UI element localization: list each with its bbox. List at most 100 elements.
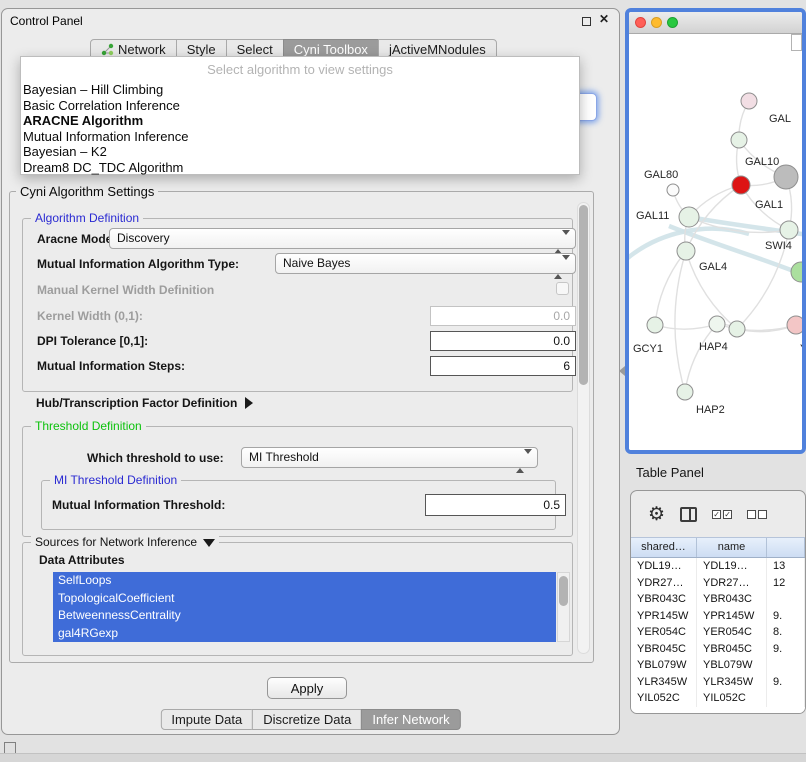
which-threshold-select[interactable]: MI Threshold [241, 447, 538, 468]
deselect-all-rows-icon[interactable] [747, 510, 767, 519]
attribute-list-item[interactable]: TopologicalCoefficient [53, 590, 556, 608]
sources-title[interactable]: Sources for Network Inference [31, 535, 219, 549]
mi-type-value: Naive Bayes [283, 256, 350, 270]
table-row[interactable]: YPR145WYPR145W9. [631, 608, 805, 625]
table-cell: YPR145W [631, 608, 697, 625]
close-icon[interactable]: ✕ [599, 12, 609, 26]
column-header-name[interactable]: name [697, 538, 767, 557]
mi-type-select[interactable]: Naive Bayes [275, 253, 576, 274]
gear-icon[interactable]: ⚙ [648, 505, 665, 524]
network-edge[interactable] [685, 324, 717, 392]
table-row[interactable]: YBR043CYBR043C [631, 591, 805, 608]
algorithm-option[interactable]: Basic Correlation Inference [21, 98, 579, 114]
tab-impute-data[interactable]: Impute Data [160, 709, 253, 730]
network-node-label: HAP4 [699, 341, 728, 353]
minimize-traffic-light[interactable] [651, 17, 662, 28]
network-node[interactable] [677, 242, 695, 260]
network-edge[interactable] [655, 324, 717, 329]
network-node-label: GAL11 [636, 210, 669, 222]
zoom-traffic-light[interactable] [667, 17, 678, 28]
algorithm-option[interactable]: Bayesian – Hill Climbing [21, 82, 579, 98]
algorithm-definition-title: Algorithm Definition [31, 211, 143, 225]
table-cell: 12 [767, 575, 805, 592]
table-cell: YIL052C [631, 690, 697, 707]
network-node[interactable] [731, 132, 747, 148]
mi-threshold-field[interactable] [425, 494, 566, 516]
expand-down-icon [203, 539, 215, 547]
mi-steps-field[interactable] [430, 356, 576, 376]
attribute-list-item[interactable]: SelfLoops [53, 572, 556, 590]
attribute-list-scrollbar[interactable] [557, 572, 570, 642]
table-cell: YPR145W [697, 608, 767, 625]
network-edge[interactable] [655, 251, 686, 325]
dpi-tolerance-label: DPI Tolerance [0,1]: [37, 334, 148, 348]
tab-infer-network[interactable]: Infer Network [361, 709, 460, 730]
network-node[interactable] [732, 176, 750, 194]
table-cell [767, 591, 805, 608]
mi-threshold-group: MI Threshold Definition Mutual Informati… [41, 480, 556, 530]
network-node-label: GAL80 [644, 169, 678, 181]
table-cell: YDR27… [631, 575, 697, 592]
network-node[interactable] [774, 165, 798, 189]
attribute-list: SelfLoopsTopologicalCoefficientBetweenne… [53, 572, 556, 642]
network-node[interactable] [741, 93, 757, 109]
table-row[interactable]: YER054CYER054C8. [631, 624, 805, 641]
columns-icon[interactable] [680, 507, 697, 522]
status-bar [0, 753, 806, 762]
scrollbar-thumb[interactable] [579, 205, 588, 385]
column-header-extra[interactable] [767, 538, 805, 557]
network-node[interactable] [679, 207, 699, 227]
table-row[interactable]: YBL079WYBL079W [631, 657, 805, 674]
network-node-label: GCY1 [633, 343, 663, 355]
float-window-icon[interactable] [582, 17, 591, 26]
select-all-rows-icon[interactable]: ✓✓ [712, 510, 732, 519]
network-node[interactable] [780, 221, 798, 239]
manual-kernel-checkbox[interactable] [556, 282, 569, 295]
dpi-tolerance-field[interactable] [430, 331, 576, 351]
table-cell: YBR045C [631, 641, 697, 658]
algorithm-option[interactable]: Bayesian – K2 [21, 144, 579, 160]
settings-scrollbar[interactable] [577, 202, 590, 654]
aracne-mode-select[interactable]: Discovery [109, 228, 576, 249]
table-cell: YBL079W [631, 657, 697, 674]
tab-label: Discretize Data [263, 712, 351, 727]
network-node[interactable] [647, 317, 663, 333]
network-node[interactable] [667, 184, 679, 196]
close-traffic-light[interactable] [635, 17, 646, 28]
table-row[interactable]: YBR045CYBR045C9. [631, 641, 805, 658]
network-node[interactable] [677, 384, 693, 400]
network-node-label: HAP2 [696, 404, 725, 416]
table-row[interactable]: YDL19…YDL19…13 [631, 558, 805, 575]
network-node[interactable] [791, 262, 802, 282]
column-header-shared[interactable]: shared… [631, 538, 697, 557]
network-node[interactable] [709, 316, 725, 332]
tab-label: jActiveMNodules [389, 42, 486, 57]
hub-section-toggle[interactable]: Hub/Transcription Factor Definition [36, 396, 253, 410]
kernel-width-field[interactable] [430, 306, 576, 326]
network-node[interactable] [787, 316, 802, 334]
network-edge[interactable] [675, 251, 686, 392]
table-row[interactable]: YLR345WYLR345W9. [631, 674, 805, 691]
algorithm-option[interactable]: Dream8 DC_TDC Algorithm [21, 160, 579, 176]
attribute-list-item[interactable]: gal4RGexp [53, 625, 556, 643]
table-cell: YBR043C [697, 591, 767, 608]
algorithm-option[interactable]: Mutual Information Inference [21, 129, 579, 145]
network-canvas[interactable]: GALGAL80GAL10GAL11GAL1SWI4GAL4GCY1HAP4YH… [629, 34, 802, 450]
scrollbar-thumb[interactable] [559, 576, 568, 606]
scrollbar-button[interactable] [791, 34, 802, 51]
algorithm-option[interactable]: ARACNE Algorithm [21, 113, 579, 129]
unchecked-box-icon [758, 510, 767, 519]
table-cell: 13 [767, 558, 805, 575]
stepper-arrows-icon [516, 452, 532, 471]
attribute-list-item[interactable]: BetweennessCentrality [53, 607, 556, 625]
tab-discretize-data[interactable]: Discretize Data [252, 709, 362, 730]
table-cell: YBR043C [631, 591, 697, 608]
network-node-label: Y [800, 343, 802, 355]
network-node[interactable] [729, 321, 745, 337]
mi-threshold-title: MI Threshold Definition [50, 473, 181, 487]
table-row[interactable]: YDR27…YDR27…12 [631, 575, 805, 592]
tab-label: Infer Network [372, 712, 449, 727]
table-row[interactable]: YIL052CYIL052C [631, 690, 805, 707]
network-icon [101, 43, 114, 56]
apply-button[interactable]: Apply [267, 677, 347, 699]
